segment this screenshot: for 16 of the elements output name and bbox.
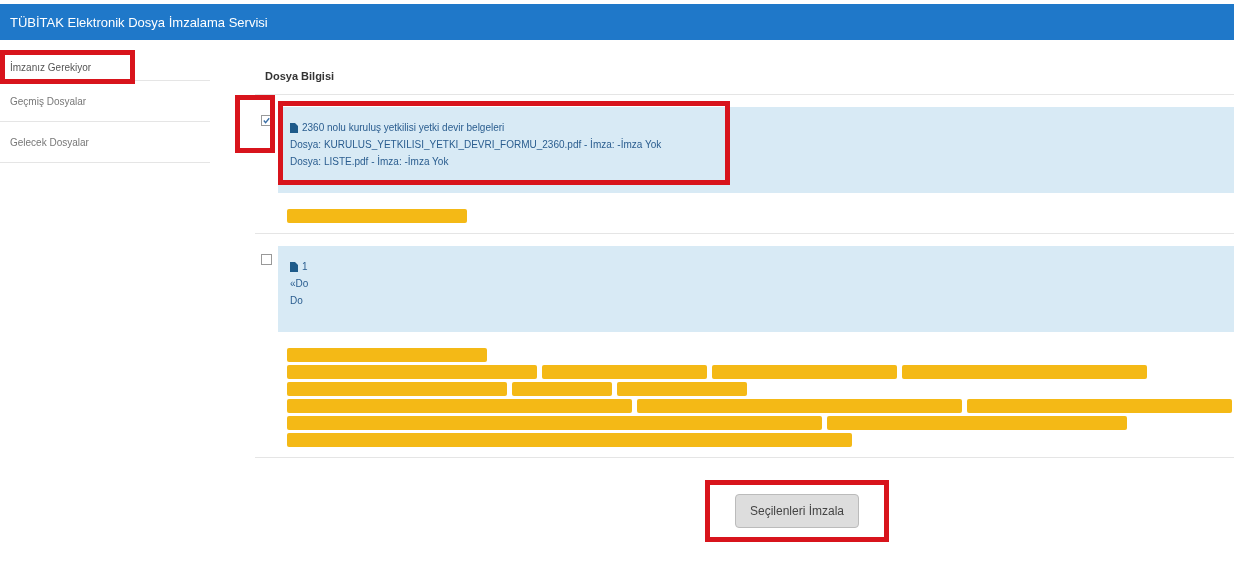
sign-selected-button[interactable]: Seçilenleri İmzala [735, 494, 860, 528]
file-link[interactable]: Dosya: LISTE.pdf - İmza: -İmza Yok [290, 153, 1222, 170]
sidebar-item[interactable]: Geçmiş Dosyalar [0, 81, 210, 122]
file-title: 2360 nolu kuruluş yetkilisi yetki devir belgeleri [302, 121, 505, 135]
sidebar-item[interactable]: Gelecek Dosyalar [0, 122, 210, 163]
file-title: 1 [302, 260, 308, 274]
checkbox[interactable] [261, 254, 272, 265]
section-heading: Dosya Bilgisi [255, 58, 1234, 95]
file-link[interactable]: Dosya: KURULUS_YETKILISI_YETKI_DEVRI_FORMU_2360.pdf - İmza: -İmza Yok [290, 136, 1222, 153]
file-link[interactable]: Do [290, 292, 1222, 309]
checkbox[interactable] [261, 115, 272, 126]
file-icon [290, 122, 298, 133]
sidebar-item[interactable]: İmzanız Gerekiyor [0, 54, 210, 81]
app-title: TÜBİTAK Elektronik Dosya İmzalama Servisi [10, 14, 268, 30]
file-link[interactable]: «Do [290, 275, 1222, 292]
file-icon [290, 261, 298, 272]
